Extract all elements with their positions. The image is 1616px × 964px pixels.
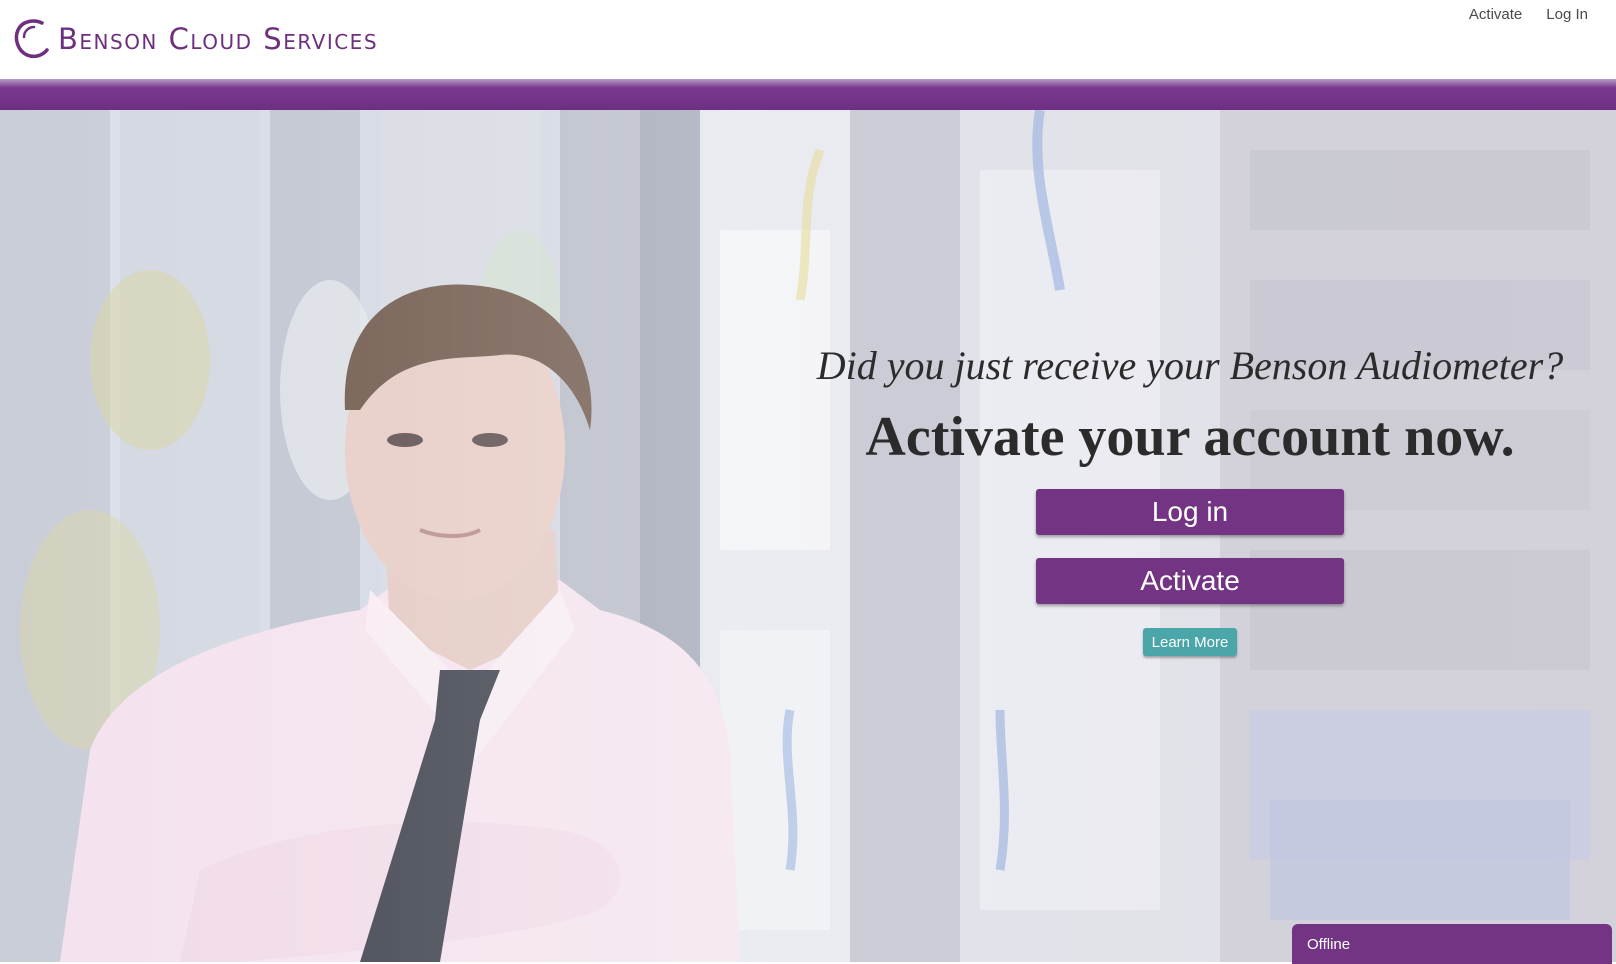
nav-login-link[interactable]: Log In: [1546, 6, 1588, 23]
hero-section: Did you just receive your Benson Audiome…: [0, 110, 1616, 962]
logo-arc-icon: [14, 19, 49, 59]
learn-more-button[interactable]: Learn More: [1142, 628, 1238, 657]
header-accent-band: [0, 79, 1616, 110]
hero-cta: Did you just receive your Benson Audiome…: [780, 342, 1600, 657]
login-button[interactable]: Log in: [1036, 489, 1344, 536]
site-header: Benson Cloud Services Activate Log In: [0, 0, 1616, 80]
hero-heading: Activate your account now.: [865, 406, 1515, 468]
activate-button[interactable]: Activate: [1036, 558, 1344, 605]
chat-widget[interactable]: Offline: [1292, 924, 1612, 964]
top-nav: Activate Log In: [1469, 6, 1588, 23]
hero-subheading: Did you just receive your Benson Audiome…: [816, 343, 1564, 388]
site-logo[interactable]: Benson Cloud Services: [12, 16, 378, 62]
chat-status-label: Offline: [1307, 936, 1351, 953]
nav-activate-link[interactable]: Activate: [1469, 6, 1522, 23]
logo-text: Benson Cloud Services: [58, 21, 379, 56]
